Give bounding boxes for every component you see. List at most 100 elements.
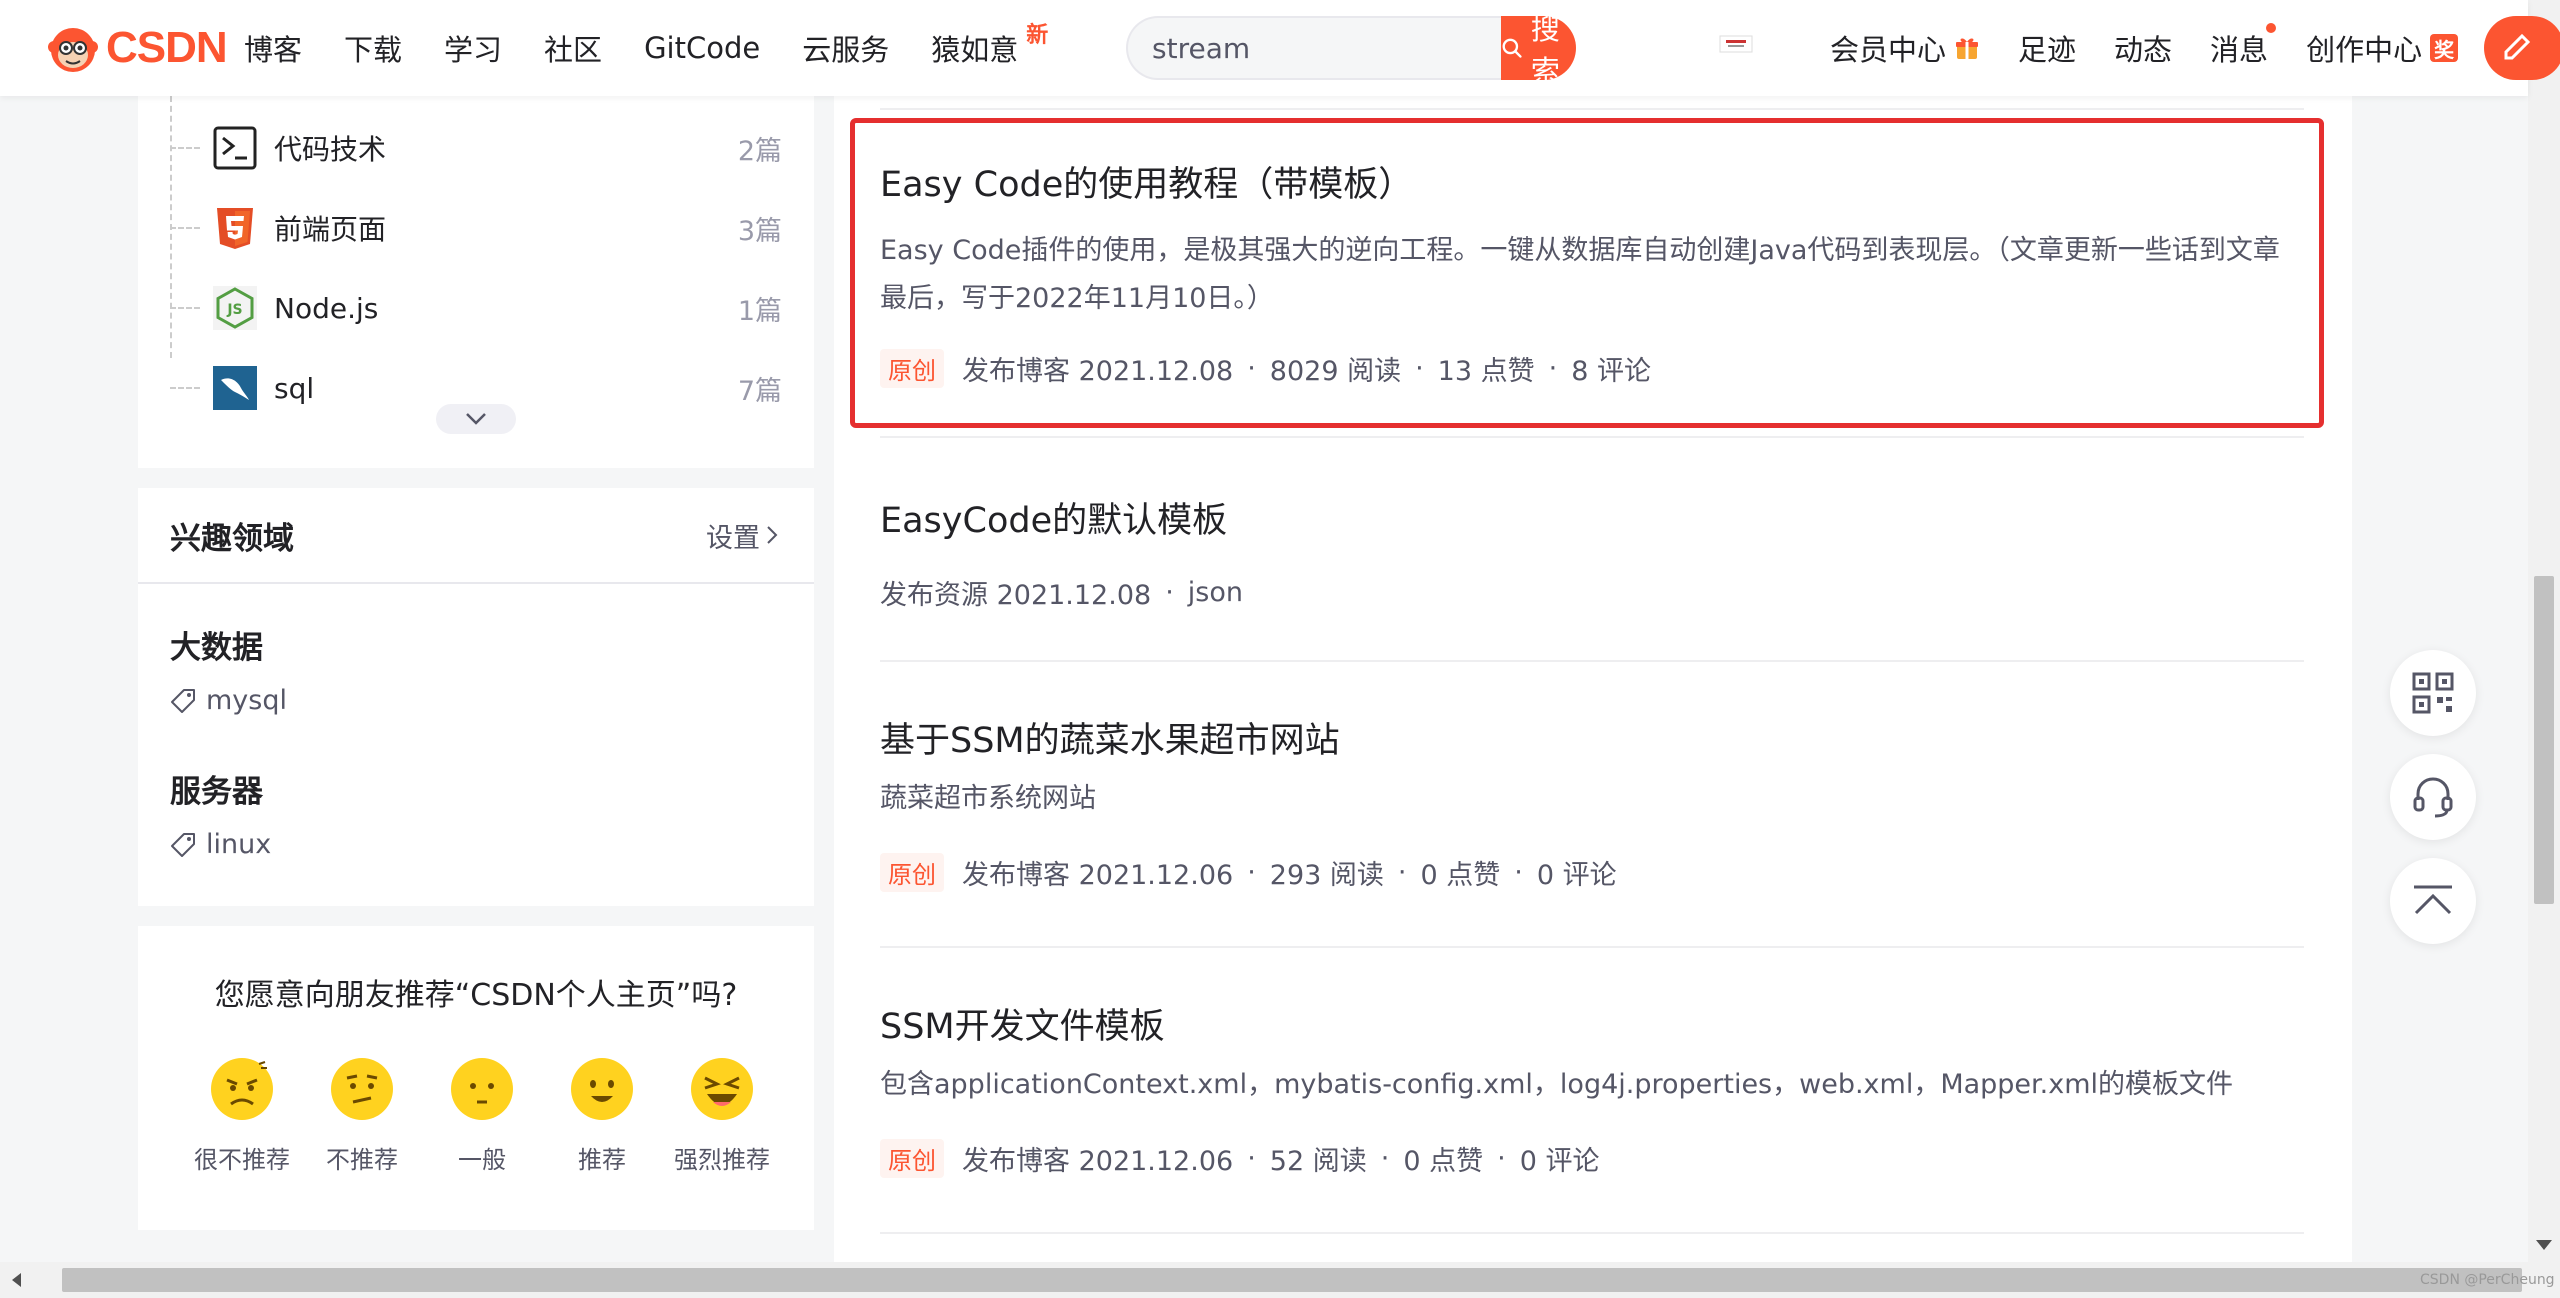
option-likely[interactable]: 推荐 (542, 1056, 662, 1175)
top-navbar: CSDN 博客 下载 学习 社区 GitCode 云服务 猿如意 新 搜索 会员… (0, 0, 2560, 96)
resource-type: json (1187, 577, 1243, 608)
qrcode-icon (2412, 672, 2454, 714)
search-button[interactable]: 搜索 (1501, 12, 1576, 88)
expand-categories-button[interactable] (436, 404, 516, 434)
publish-button[interactable] (2484, 16, 2560, 80)
option-very-likely[interactable]: 强烈推荐 (662, 1056, 782, 1175)
gift-icon (1956, 38, 1979, 59)
survey-options: 很不推荐 不推荐 一般 推荐 强烈推荐 (182, 1056, 782, 1175)
article-meta: 原创 发布博客 2021.12.06 · 52 阅读 · 0 点赞 · 0 评论 (880, 1139, 2304, 1178)
csdn-logo[interactable]: CSDN (46, 20, 228, 76)
nav-item-gitcode[interactable]: GitCode (644, 31, 760, 65)
html5-icon (212, 205, 258, 251)
footprint-link[interactable]: 足迹 (2018, 27, 2076, 69)
member-center-label: 会员中心 (1830, 33, 1947, 67)
category-item-nodejs[interactable]: JS Node.js 1篇 (170, 276, 782, 340)
article-title[interactable]: EasyCode的默认模板 (880, 492, 2304, 543)
article-item[interactable]: 基于SSM的蔬菜水果超市网站 蔬菜超市系统网站 原创 发布博客 2021.12.… (880, 712, 2304, 892)
resource-item[interactable]: EasyCode的默认模板 发布资源 2021.12.08 · json (880, 492, 2304, 612)
interest-tag-label: linux (206, 829, 272, 860)
nav-item-yuanruyi[interactable]: 猿如意 新 (931, 23, 1048, 69)
recommend-survey-card: 您愿意向朋友推荐“CSDN个人主页”吗? 很不推荐 不推荐 一般 推荐 强烈推荐 (138, 926, 814, 1230)
category-item-frontend[interactable]: 前端页面 3篇 (170, 196, 782, 260)
article-comments: 0 评论 (1519, 1146, 1600, 1177)
nav-item-cloud[interactable]: 云服务 (802, 27, 889, 69)
article-list: Easy Code的使用教程（带模板） Easy Code插件的使用，是极其强大… (834, 96, 2352, 1266)
interest-group-server: 服务器 linux (170, 766, 271, 860)
new-badge: 新 (1026, 23, 1049, 48)
search-button-label: 搜索 (1530, 12, 1560, 88)
smile-face-icon (571, 1058, 633, 1120)
original-badge: 原创 (880, 349, 944, 388)
vertical-scrollbar[interactable] (2528, 0, 2560, 1262)
tag-icon (171, 832, 195, 857)
survey-question: 您愿意向朋友推荐“CSDN个人主页”吗? (214, 978, 738, 1013)
search-icon (1502, 38, 1522, 58)
horizontal-scroll-thumb[interactable] (62, 1268, 2522, 1292)
back-to-top-button[interactable] (2390, 858, 2476, 944)
category-count: 2篇 (737, 135, 782, 167)
interest-tag[interactable]: mysql (170, 685, 287, 716)
article-title[interactable]: SSM开发文件模板 (880, 998, 2304, 1049)
member-center-link[interactable]: 会员中心 (1830, 27, 1980, 69)
category-count: 3篇 (737, 215, 782, 247)
user-avatar-icon[interactable] (1716, 30, 1756, 58)
horizontal-scrollbar[interactable] (0, 1262, 2560, 1298)
option-label: 不推荐 (326, 1146, 398, 1174)
article-publish: 发布博客 2021.12.06 (962, 1146, 1234, 1177)
chevron-right-icon (767, 526, 778, 544)
nav-item-download[interactable]: 下载 (344, 27, 402, 69)
category-count: 1篇 (737, 295, 782, 327)
interest-tag[interactable]: linux (170, 829, 271, 860)
article-reads: 52 阅读 (1269, 1146, 1367, 1177)
option-neutral[interactable]: 一般 (422, 1056, 542, 1175)
article-desc: Easy Code插件的使用，是极其强大的逆向工程。一键从数据库自动创建Java… (880, 235, 2280, 314)
article-item[interactable]: Easy Code的使用教程（带模板） Easy Code插件的使用，是极其强大… (880, 156, 2304, 388)
angry-face-icon (211, 1058, 273, 1120)
search-input[interactable] (1126, 16, 1501, 80)
article-comments: 8 评论 (1571, 356, 1651, 387)
confused-face-icon (331, 1058, 393, 1120)
interest-settings-label: 设置 (706, 522, 760, 554)
article-item[interactable]: SSM开发文件模板 包含applicationContext.xml，mybat… (880, 998, 2304, 1178)
option-unlikely[interactable]: 不推荐 (302, 1056, 422, 1175)
edit-icon (2504, 33, 2531, 60)
option-label: 强烈推荐 (674, 1146, 770, 1174)
user-nav: 会员中心 足迹 动态 消息 创作中心 奖 (1830, 0, 2496, 96)
category-name: 代码技术 (274, 133, 387, 166)
category-name: 前端页面 (274, 213, 387, 246)
option-very-unlikely[interactable]: 很不推荐 (182, 1056, 302, 1175)
back-to-top-icon (2414, 885, 2452, 915)
interest-settings-link[interactable]: 设置 (706, 516, 778, 555)
article-likes: 0 点赞 (1420, 860, 1501, 891)
article-likes: 0 点赞 (1403, 1146, 1484, 1177)
article-likes: 13 点赞 (1437, 356, 1535, 387)
activity-link[interactable]: 动态 (2114, 27, 2172, 69)
creator-center-label: 创作中心 (2306, 33, 2423, 67)
watermark: CSDN @PerCheung (2420, 1272, 2555, 1288)
scroll-down-arrow-icon[interactable] (2536, 1240, 2552, 1250)
category-name: sql (274, 371, 315, 405)
neutral-face-icon (451, 1058, 513, 1120)
messages-link[interactable]: 消息 (2210, 23, 2277, 69)
nav-item-community[interactable]: 社区 (544, 27, 602, 69)
article-title[interactable]: 基于SSM的蔬菜水果超市网站 (880, 712, 2304, 763)
reward-badge: 奖 (2430, 34, 2459, 62)
creator-center-link[interactable]: 创作中心 奖 (2306, 27, 2459, 69)
qrcode-button[interactable] (2390, 650, 2476, 736)
scroll-left-arrow-icon[interactable] (12, 1273, 21, 1287)
nav-item-blog[interactable]: 博客 (244, 27, 302, 69)
customer-service-button[interactable] (2390, 754, 2476, 840)
terminal-icon (212, 125, 258, 171)
vertical-scroll-thumb[interactable] (2534, 576, 2554, 904)
interest-title: 兴趣领域 (170, 520, 294, 557)
article-comments: 0 评论 (1536, 860, 1617, 891)
article-reads: 8029 阅读 (1269, 356, 1402, 387)
nav-item-learn[interactable]: 学习 (444, 27, 502, 69)
category-item-code[interactable]: 代码技术 2篇 (170, 116, 782, 180)
category-count: 7篇 (737, 375, 782, 407)
interest-header: 兴趣领域 设置 (138, 488, 814, 584)
svg-text:JS: JS (226, 302, 242, 318)
article-publish: 发布博客 2021.12.06 (962, 860, 1234, 891)
article-title[interactable]: Easy Code的使用教程（带模板） (880, 156, 2304, 207)
